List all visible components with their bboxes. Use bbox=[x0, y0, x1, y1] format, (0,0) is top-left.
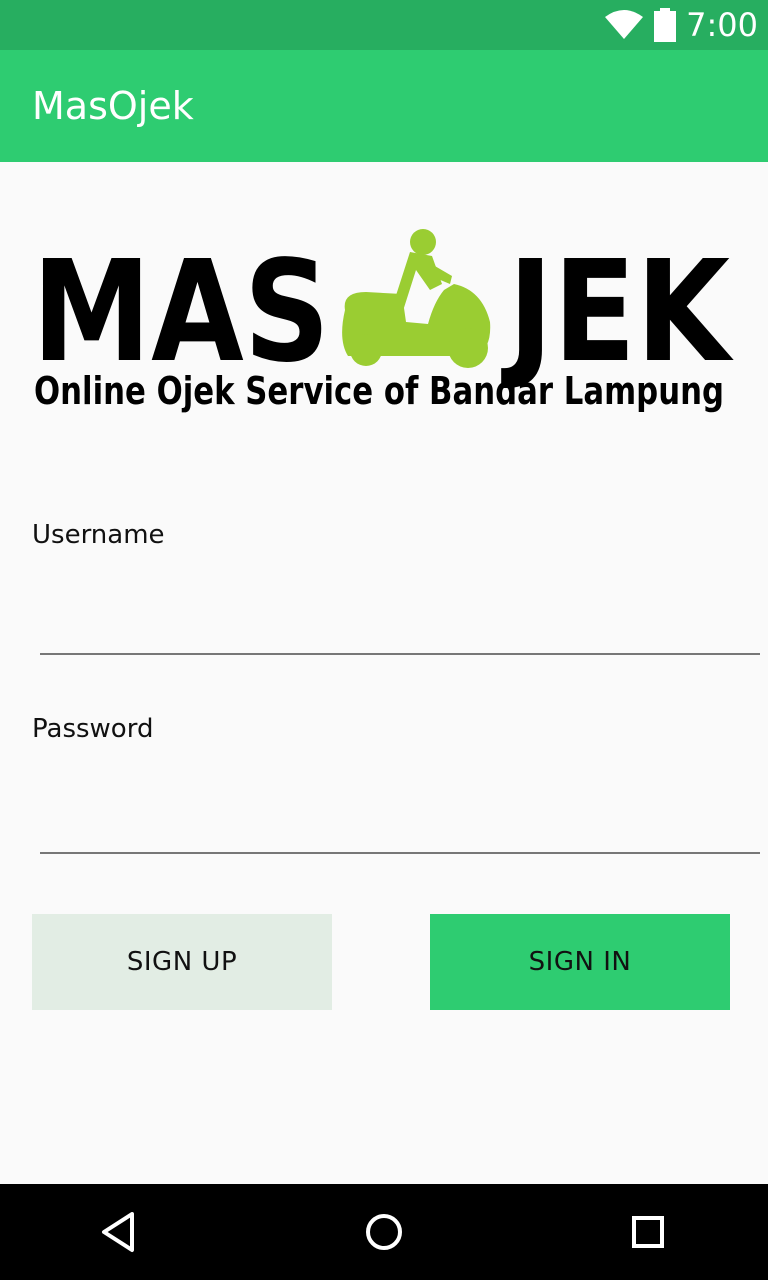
status-time: 7:00 bbox=[686, 6, 758, 44]
back-icon[interactable] bbox=[96, 1208, 144, 1256]
app-bar: MasOjek bbox=[0, 50, 768, 162]
recents-icon[interactable] bbox=[624, 1208, 672, 1256]
battery-icon bbox=[654, 8, 677, 42]
password-input[interactable] bbox=[40, 808, 760, 854]
status-bar: 7:00 bbox=[0, 0, 768, 50]
sign-up-button[interactable]: SIGN UP bbox=[32, 914, 332, 1010]
status-icons: 7:00 bbox=[604, 0, 758, 50]
logo-tagline: Online Ojek Service of Bandar Lampung bbox=[34, 369, 724, 413]
app-title: MasOjek bbox=[32, 84, 194, 128]
masojek-logo: MAS JEK Online Ojek Service of Bandar La… bbox=[32, 229, 734, 413]
username-input[interactable] bbox=[40, 609, 760, 655]
sign-in-label: SIGN IN bbox=[528, 947, 632, 977]
sign-in-button[interactable]: SIGN IN bbox=[430, 914, 730, 1010]
sign-up-label: SIGN UP bbox=[126, 947, 238, 977]
scooter-rider-icon bbox=[342, 229, 491, 368]
navigation-bar bbox=[0, 1184, 768, 1280]
wifi-icon bbox=[605, 10, 644, 39]
password-label: Password bbox=[32, 714, 154, 744]
home-icon[interactable] bbox=[360, 1208, 408, 1256]
login-screen: MAS JEK Online Ojek Service of Bandar La… bbox=[0, 162, 768, 1184]
username-label: Username bbox=[32, 520, 165, 550]
